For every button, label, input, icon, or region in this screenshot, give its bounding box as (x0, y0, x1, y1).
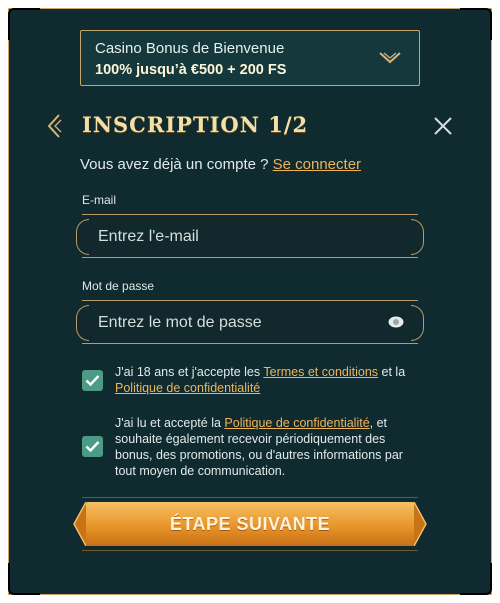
privacy-link[interactable]: Politique de confidentialité (115, 381, 260, 395)
terms-checkbox[interactable] (82, 370, 103, 391)
button-ornament (413, 502, 427, 546)
frame-corner-ornament (8, 8, 40, 40)
login-prompt-text: Vous avez déjà un compte ? (80, 156, 269, 173)
bonus-title: Casino Bonus de Bienvenue (95, 40, 285, 57)
password-field-frame (76, 300, 424, 345)
chevron-left-icon[interactable] (46, 113, 62, 139)
login-prompt: Vous avez déjà un compte ? Se connecter (80, 156, 361, 173)
welcome-bonus-selector[interactable]: Casino Bonus de Bienvenue 100% jusqu’à €… (80, 30, 420, 86)
consent-text: et la (381, 365, 406, 379)
privacy-link[interactable]: Politique de confidentialité (224, 416, 369, 430)
email-field-frame (76, 214, 424, 259)
terms-link[interactable]: Termes et conditions (263, 365, 378, 379)
frame-corner-ornament (460, 8, 492, 40)
check-icon (85, 441, 100, 453)
eye-icon[interactable] (388, 315, 404, 329)
marketing-consent-text: J'ai lu et accepté la Politique de confi… (115, 415, 425, 479)
frame-corner-ornament (460, 563, 492, 595)
consent-text: J'ai 18 ans et j'accepte les (115, 365, 261, 379)
email-input[interactable] (96, 215, 380, 259)
password-label: Mot de passe (82, 279, 155, 293)
frame-corner-ornament (8, 563, 40, 595)
email-label: E-mail (82, 193, 117, 207)
marketing-checkbox[interactable] (82, 436, 103, 457)
consent-text: J'ai lu et accepté la (115, 416, 221, 430)
login-link[interactable]: Se connecter (273, 156, 361, 173)
check-icon (85, 375, 100, 387)
terms-consent-text: J'ai 18 ans et j'accepte les Termes et c… (115, 364, 425, 396)
cta-frame: ÉTAPE SUIVANTE (73, 497, 427, 551)
password-input[interactable] (96, 301, 380, 345)
bonus-value: 100% jusqu’à €500 + 200 FS (95, 62, 287, 78)
chevron-down-icon (379, 52, 401, 64)
next-step-button[interactable]: ÉTAPE SUIVANTE (86, 502, 414, 546)
close-icon[interactable] (433, 116, 453, 136)
page-title: INSCRIPTION 1/2 (82, 112, 309, 137)
